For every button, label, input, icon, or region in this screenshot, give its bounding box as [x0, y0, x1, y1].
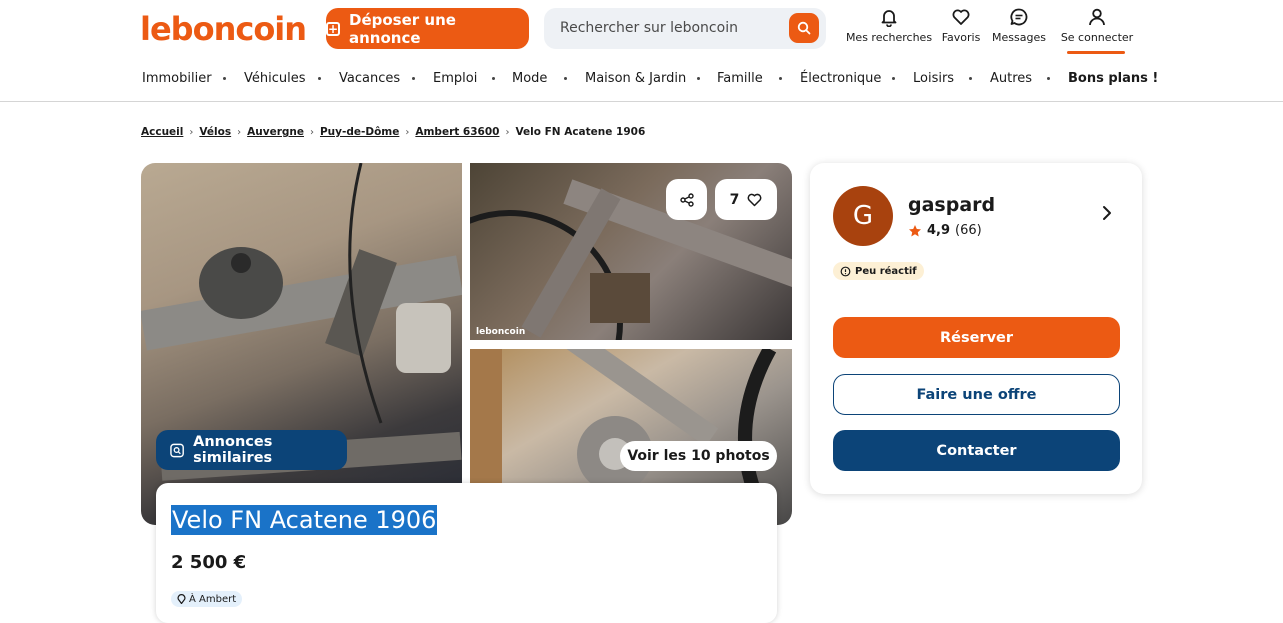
chevron-right-icon: › — [405, 126, 410, 138]
search-bar[interactable]: Rechercher sur leboncoin — [544, 8, 826, 49]
reserve-button[interactable]: Réserver — [833, 317, 1120, 358]
similar-ads-label: Annonces similaires — [193, 434, 273, 466]
category-loisirs[interactable]: Loisirs — [913, 71, 954, 86]
category-emploi[interactable]: Emploi — [433, 71, 477, 86]
leboncoin-logo[interactable]: leboncoin — [140, 10, 307, 48]
nav-my-searches-label: Mes recherches — [845, 31, 933, 44]
seller-card: G gaspard 4,9 (66) Peu réactif Réserver … — [810, 163, 1142, 494]
location-badge[interactable]: À Ambert — [171, 591, 243, 607]
breadcrumb: Accueil › Vélos › Auvergne › Puy-de-Dôme… — [141, 126, 645, 138]
search-button[interactable] — [789, 13, 819, 43]
make-offer-button[interactable]: Faire une offre — [833, 374, 1120, 415]
nav-favorites[interactable]: Favoris — [941, 7, 981, 51]
chevron-right-icon: › — [237, 126, 242, 138]
chat-icon — [1010, 8, 1028, 26]
contact-button[interactable]: Contacter — [833, 430, 1120, 471]
review-count: (66) — [955, 223, 982, 238]
separator-dot — [223, 77, 226, 80]
share-button[interactable] — [666, 179, 707, 220]
separator-dot — [969, 77, 972, 80]
chevron-right-icon: › — [189, 126, 194, 138]
speech-bubble-icon — [840, 266, 851, 276]
ad-summary-card: Velo FN Acatene 1906 2 500 € À Ambert — [156, 483, 777, 623]
category-bons-plans[interactable]: Bons plans ! — [1068, 71, 1158, 86]
category-famille[interactable]: Famille — [717, 71, 763, 86]
category-mode[interactable]: Mode — [512, 71, 547, 86]
category-nav: Immobilier Véhicules Vacances Emploi Mod… — [0, 58, 1283, 102]
nav-messages-label: Messages — [992, 31, 1046, 44]
category-maison-jardin[interactable]: Maison & Jardin — [585, 71, 686, 86]
favorites-count: 7 — [729, 191, 740, 208]
heart-icon — [952, 9, 970, 25]
bell-icon — [881, 10, 897, 27]
watermark: leboncoin — [476, 327, 526, 337]
reactivity-badge: Peu réactif — [833, 262, 924, 280]
user-icon — [1089, 8, 1105, 26]
separator-dot — [697, 77, 700, 80]
breadcrumb-accueil[interactable]: Accueil — [141, 126, 183, 138]
location-label: À Ambert — [189, 593, 237, 605]
nav-my-searches[interactable]: Mes recherches — [845, 7, 933, 51]
post-ad-label: Déposer une annonce — [349, 10, 456, 47]
category-vehicules[interactable]: Véhicules — [244, 71, 306, 86]
search-icon — [797, 21, 811, 35]
nav-login-label: Se connecter — [1060, 31, 1134, 44]
view-all-photos-button[interactable]: Voir les 10 photos — [620, 441, 777, 471]
ad-price: 2 500 € — [171, 552, 247, 573]
seller-avatar[interactable]: G — [833, 186, 893, 246]
separator-dot — [318, 77, 321, 80]
separator-dot — [564, 77, 567, 80]
location-pin-icon — [177, 594, 186, 604]
nav-login[interactable]: Se connecter — [1060, 7, 1134, 51]
bicycle-bell-photo-art — [141, 163, 462, 481]
nav-messages[interactable]: Messages — [992, 7, 1046, 51]
seller-rating[interactable]: 4,9 (66) — [908, 223, 982, 238]
breadcrumb-ambert[interactable]: Ambert 63600 — [415, 126, 499, 138]
share-icon — [679, 192, 694, 207]
post-ad-button[interactable]: + Déposer une annonce — [326, 8, 529, 49]
separator-dot — [892, 77, 895, 80]
separator-dot — [412, 77, 415, 80]
breadcrumb-auvergne[interactable]: Auvergne — [247, 126, 304, 138]
chevron-right-icon: › — [505, 126, 510, 138]
separator-dot — [779, 77, 782, 80]
breadcrumb-puy-de-dome[interactable]: Puy-de-Dôme — [320, 126, 399, 138]
main-photo[interactable] — [141, 163, 462, 525]
ad-title: Velo FN Acatene 1906 — [171, 505, 438, 535]
category-immobilier[interactable]: Immobilier — [142, 71, 212, 86]
category-electronique[interactable]: Électronique — [800, 71, 881, 86]
view-all-photos-label: Voir les 10 photos — [627, 448, 770, 464]
breadcrumb-velos[interactable]: Vélos — [199, 126, 231, 138]
separator-dot — [492, 77, 495, 80]
category-autres[interactable]: Autres — [990, 71, 1032, 86]
reactivity-label: Peu réactif — [855, 265, 917, 277]
favorite-button[interactable]: 7 — [715, 179, 777, 220]
seller-name[interactable]: gaspard — [908, 194, 995, 216]
top-header: leboncoin + Déposer une annonce Recherch… — [0, 0, 1283, 58]
breadcrumb-current: Velo FN Acatene 1906 — [515, 126, 646, 138]
rating-value: 4,9 — [927, 223, 951, 238]
heart-icon — [747, 193, 762, 206]
image-search-icon — [170, 443, 184, 457]
login-underline — [1067, 51, 1125, 54]
separator-dot — [1047, 77, 1050, 80]
chevron-right-icon: › — [309, 126, 314, 138]
star-icon — [909, 224, 921, 236]
chevron-right-icon[interactable] — [1102, 205, 1112, 221]
plus-square-icon: + — [326, 21, 340, 36]
category-vacances[interactable]: Vacances — [339, 71, 400, 86]
similar-ads-button[interactable]: Annonces similaires — [156, 430, 347, 470]
nav-favorites-label: Favoris — [941, 31, 981, 44]
search-input[interactable]: Rechercher sur leboncoin — [560, 20, 738, 36]
